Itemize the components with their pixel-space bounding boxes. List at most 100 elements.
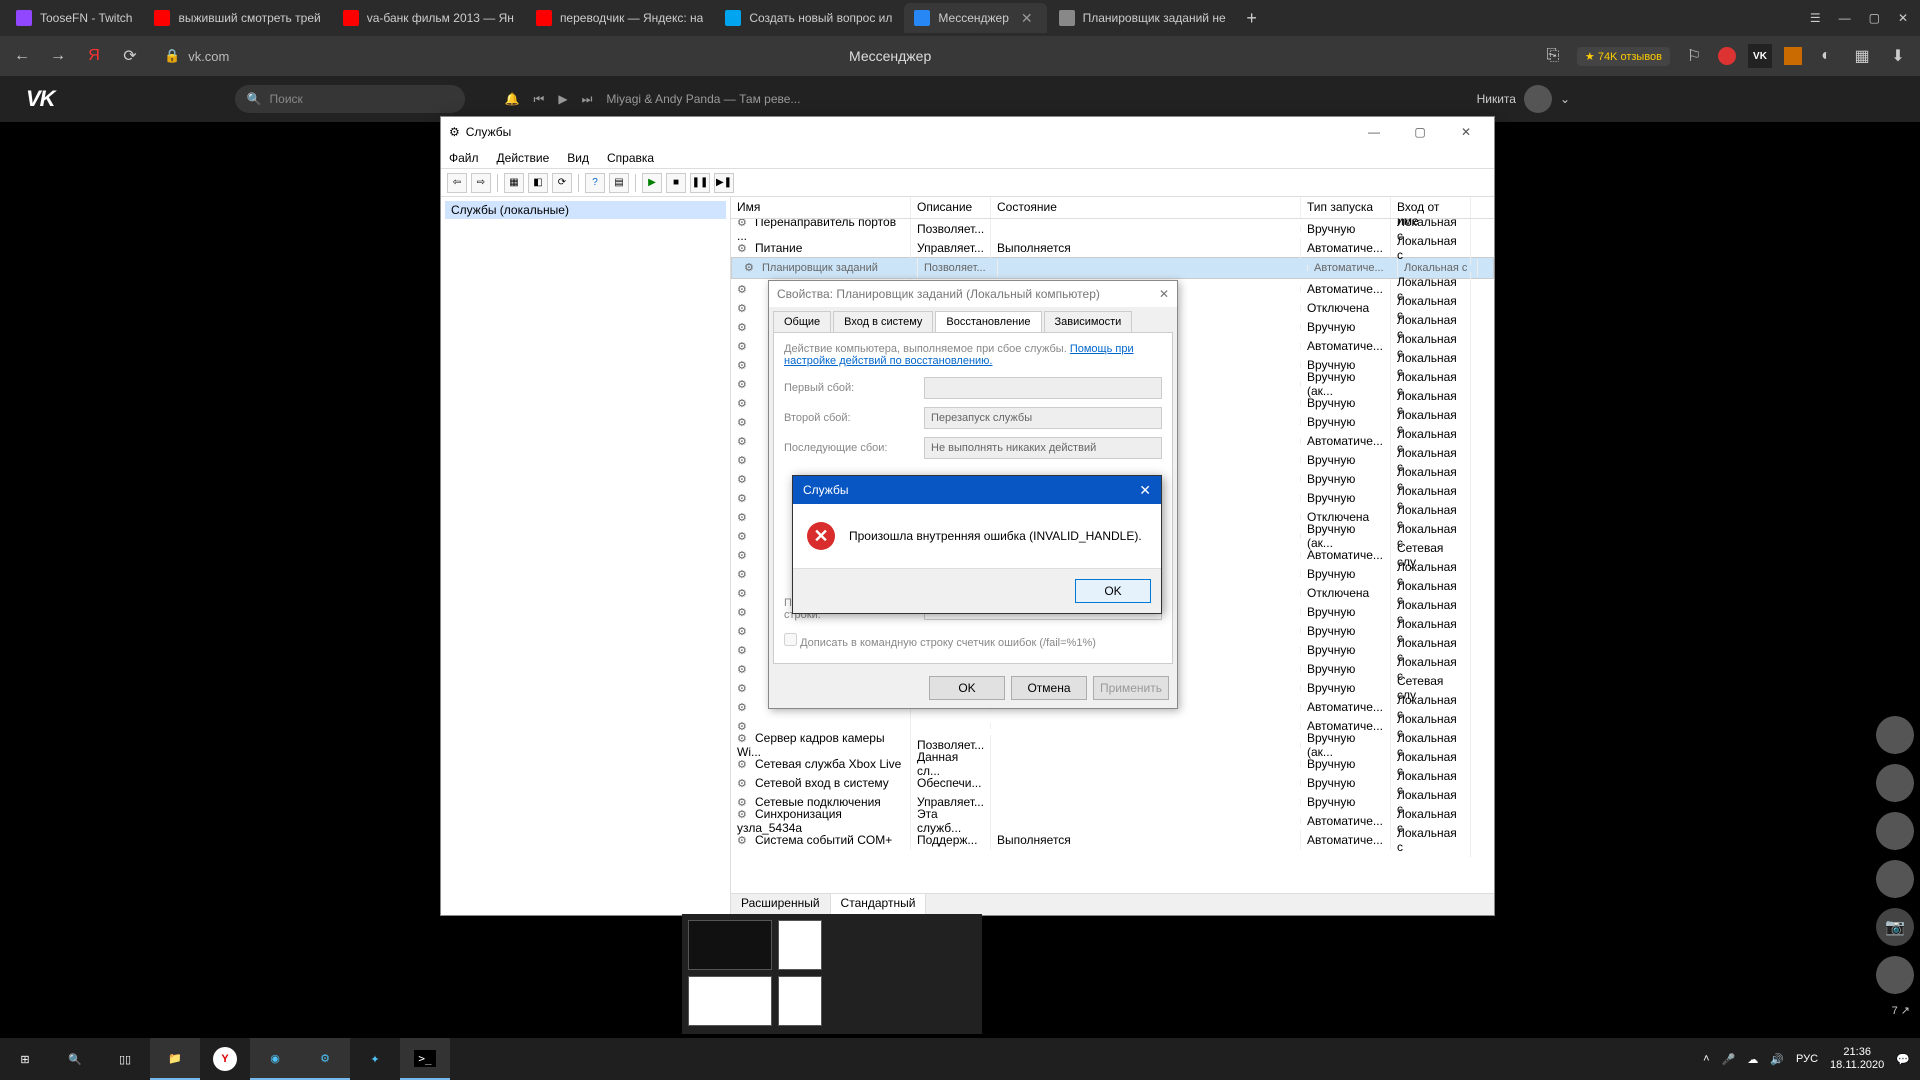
col-desc[interactable]: Описание bbox=[911, 197, 991, 218]
yandex-browser-icon[interactable]: Y bbox=[200, 1038, 250, 1080]
service-row[interactable]: Перенаправитель портов ...Позволяет...Вр… bbox=[731, 219, 1494, 238]
service-row[interactable]: ПитаниеУправляет...ВыполняетсяАвтоматиче… bbox=[731, 238, 1494, 257]
ext5-icon[interactable]: ▦ bbox=[1850, 44, 1874, 68]
reload-icon[interactable]: ⟳ bbox=[118, 44, 142, 68]
thumbnail[interactable] bbox=[688, 920, 772, 970]
service-row[interactable]: Сетевая служба Xbox LiveДанная сл...Вруч… bbox=[731, 754, 1494, 773]
select-next[interactable]: Не выполнять никаких действий bbox=[924, 437, 1162, 459]
thumbnail[interactable] bbox=[778, 976, 822, 1026]
url-box[interactable]: 🔒 vk.com bbox=[154, 44, 239, 68]
clock[interactable]: 21:36 18.11.2020 bbox=[1830, 1046, 1884, 1072]
start-icon[interactable]: ▶ bbox=[642, 173, 662, 193]
avatar[interactable] bbox=[1876, 956, 1914, 994]
vk-ext-icon[interactable]: VK bbox=[1748, 44, 1772, 68]
apply-button[interactable]: Применить bbox=[1093, 676, 1169, 700]
service-row[interactable]: Система событий COM+Поддерж...Выполняетс… bbox=[731, 830, 1494, 849]
tree-node[interactable]: Службы (локальные) bbox=[445, 201, 726, 219]
nav-back-icon[interactable]: ⇦ bbox=[447, 173, 467, 193]
username[interactable]: Никита bbox=[1477, 92, 1516, 106]
col-state[interactable]: Состояние bbox=[991, 197, 1301, 218]
properties-icon[interactable]: ▤ bbox=[609, 173, 629, 193]
next-track-icon[interactable]: ⏭ bbox=[582, 92, 593, 107]
service-row[interactable]: Синхронизация узла_5434aЭта служб...Авто… bbox=[731, 811, 1494, 830]
error-titlebar[interactable]: Службы ✕ bbox=[793, 476, 1161, 504]
ext3-icon[interactable] bbox=[1784, 47, 1802, 65]
browser-close-icon[interactable]: ✕ bbox=[1898, 11, 1908, 25]
service-row[interactable]: Сервер кадров камеры Wi...Позволяет...Вр… bbox=[731, 735, 1494, 754]
checkbox-fail[interactable] bbox=[784, 633, 797, 646]
maximize-icon[interactable]: ▢ bbox=[1400, 125, 1440, 139]
camera-icon[interactable]: 📷 bbox=[1876, 908, 1914, 946]
menu-view[interactable]: Вид bbox=[567, 151, 589, 165]
toolbar-icon[interactable]: ▦ bbox=[504, 173, 524, 193]
col-start[interactable]: Тип запуска bbox=[1301, 197, 1391, 218]
bell-icon[interactable]: 🔔 bbox=[505, 92, 520, 106]
avatar[interactable] bbox=[1876, 860, 1914, 898]
tab-general[interactable]: Общие bbox=[773, 311, 831, 332]
browser-tab[interactable]: va-банк фильм 2013 — Ян bbox=[333, 3, 524, 33]
taskview-icon[interactable]: ▯▯ bbox=[100, 1038, 150, 1080]
restart-icon[interactable]: ▶❚ bbox=[714, 173, 734, 193]
select-first[interactable] bbox=[924, 377, 1162, 399]
cancel-button[interactable]: Отмена bbox=[1011, 676, 1087, 700]
browser-tab[interactable]: переводчик — Яндекс: на bbox=[526, 3, 713, 33]
minimize-icon[interactable]: — bbox=[1354, 125, 1394, 139]
avatar[interactable] bbox=[1524, 85, 1552, 113]
now-playing[interactable]: Miyagi & Andy Panda — Там реве... bbox=[606, 92, 800, 106]
nav-fwd-icon[interactable]: ⇨ bbox=[471, 173, 491, 193]
service-row[interactable]: Сетевой вход в системуОбеспечи...Вручную… bbox=[731, 773, 1494, 792]
col-name[interactable]: Имя bbox=[731, 197, 911, 218]
tray-chevron-icon[interactable]: ˄ bbox=[1703, 1053, 1709, 1065]
app-icon[interactable]: ✦ bbox=[350, 1038, 400, 1080]
start-button[interactable]: ⊞ bbox=[0, 1038, 50, 1080]
browser-maximize-icon[interactable]: ▢ bbox=[1869, 11, 1880, 25]
tab-recovery[interactable]: Восстановление bbox=[935, 311, 1041, 332]
stop-icon[interactable]: ■ bbox=[666, 173, 686, 193]
close-icon[interactable]: ✕ bbox=[1159, 287, 1169, 301]
search-icon[interactable]: 🔍 bbox=[50, 1038, 100, 1080]
play-icon[interactable]: ▶ bbox=[558, 92, 567, 106]
service-row[interactable]: Планировщик заданийПозволяет...Автоматич… bbox=[731, 257, 1494, 279]
browser-tab[interactable]: Создать новый вопрос ил bbox=[715, 3, 902, 33]
settings-icon[interactable]: ⚙ bbox=[300, 1038, 350, 1080]
browser-tab[interactable]: выживший смотреть трей bbox=[144, 3, 330, 33]
vk-search[interactable]: 🔍 Поиск bbox=[235, 85, 465, 113]
thumbnail[interactable] bbox=[688, 976, 772, 1026]
tray-icon[interactable]: ☁ bbox=[1747, 1053, 1758, 1066]
forward-icon[interactable]: → bbox=[46, 44, 70, 68]
close-icon[interactable]: ✕ bbox=[1139, 482, 1151, 499]
browser-tab[interactable]: Планировщик заданий не bbox=[1049, 3, 1236, 33]
avatar[interactable] bbox=[1876, 716, 1914, 754]
app-icon[interactable]: ◉ bbox=[250, 1038, 300, 1080]
refresh-icon[interactable]: ⟳ bbox=[552, 173, 572, 193]
menu-file[interactable]: Файл bbox=[449, 151, 479, 165]
menu-action[interactable]: Действие bbox=[497, 151, 550, 165]
chevron-down-icon[interactable]: ⌄ bbox=[1560, 92, 1570, 106]
browser-tab[interactable]: Мессенджер✕ bbox=[904, 3, 1046, 33]
ok-button[interactable]: OK bbox=[1075, 579, 1151, 603]
services-tree[interactable]: Службы (локальные) bbox=[441, 197, 731, 915]
yandex-icon[interactable]: Я bbox=[82, 44, 106, 68]
browser-tab[interactable]: TooseFN - Twitch bbox=[6, 3, 142, 33]
new-tab-button[interactable]: + bbox=[1238, 4, 1266, 32]
ext4-icon[interactable]: ◐ bbox=[1814, 44, 1838, 68]
tab-deps[interactable]: Зависимости bbox=[1044, 311, 1133, 332]
explorer-icon[interactable]: 📁 bbox=[150, 1038, 200, 1080]
col-logon[interactable]: Вход от име bbox=[1391, 197, 1471, 218]
pause-icon[interactable]: ❚❚ bbox=[690, 173, 710, 193]
close-icon[interactable]: ✕ bbox=[1446, 125, 1486, 139]
tab-logon[interactable]: Вход в систему bbox=[833, 311, 933, 332]
terminal-icon[interactable]: >_ bbox=[400, 1038, 450, 1080]
back-icon[interactable]: ← bbox=[10, 44, 34, 68]
ext1-icon[interactable] bbox=[1718, 47, 1736, 65]
avatar[interactable] bbox=[1876, 764, 1914, 802]
help-icon[interactable]: ? bbox=[585, 173, 605, 193]
toolbar-icon[interactable]: ◧ bbox=[528, 173, 548, 193]
copy-icon[interactable]: ⎘ bbox=[1541, 44, 1565, 68]
tab-extended[interactable]: Расширенный bbox=[731, 894, 831, 915]
downloads-icon[interactable]: ⬇ bbox=[1886, 44, 1910, 68]
tab-standard[interactable]: Стандартный bbox=[831, 894, 927, 915]
thumbnail[interactable] bbox=[778, 920, 822, 970]
avatar[interactable] bbox=[1876, 812, 1914, 850]
reviews-badge[interactable]: ★ 74K отзывов bbox=[1577, 47, 1670, 66]
